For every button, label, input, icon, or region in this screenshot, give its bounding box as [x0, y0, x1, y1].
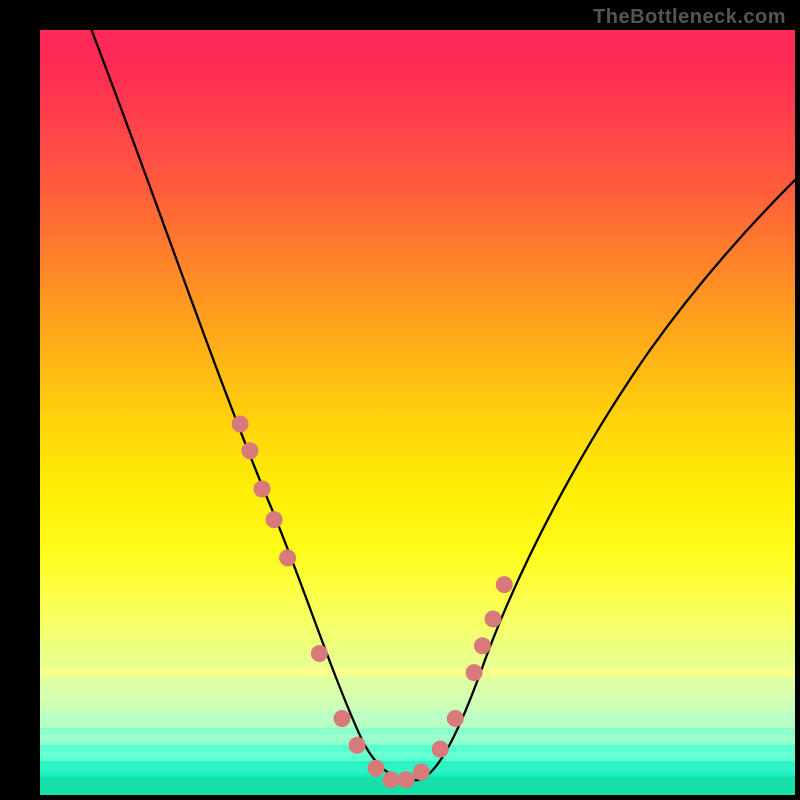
- sample-point: [368, 760, 385, 777]
- sample-point: [349, 737, 366, 754]
- sample-point: [485, 611, 502, 628]
- sample-point: [383, 771, 400, 788]
- sample-point: [311, 645, 328, 662]
- curve-layer: [40, 30, 795, 795]
- sample-point: [413, 764, 430, 781]
- sample-point: [279, 549, 296, 566]
- plot-area: [40, 30, 795, 795]
- sample-point: [232, 416, 249, 433]
- chart-frame: TheBottleneck.com: [0, 0, 800, 800]
- sample-point: [254, 481, 271, 498]
- sample-point: [447, 710, 464, 727]
- sample-points-group: [232, 416, 513, 789]
- sample-point: [334, 710, 351, 727]
- watermark-text: TheBottleneck.com: [593, 6, 786, 29]
- sample-point: [266, 511, 283, 528]
- bottleneck-curve-path: [80, 30, 795, 780]
- sample-point: [241, 442, 258, 459]
- sample-point: [466, 664, 483, 681]
- sample-point: [474, 637, 491, 654]
- sample-point: [432, 741, 449, 758]
- sample-point: [496, 576, 513, 593]
- sample-point: [398, 771, 415, 788]
